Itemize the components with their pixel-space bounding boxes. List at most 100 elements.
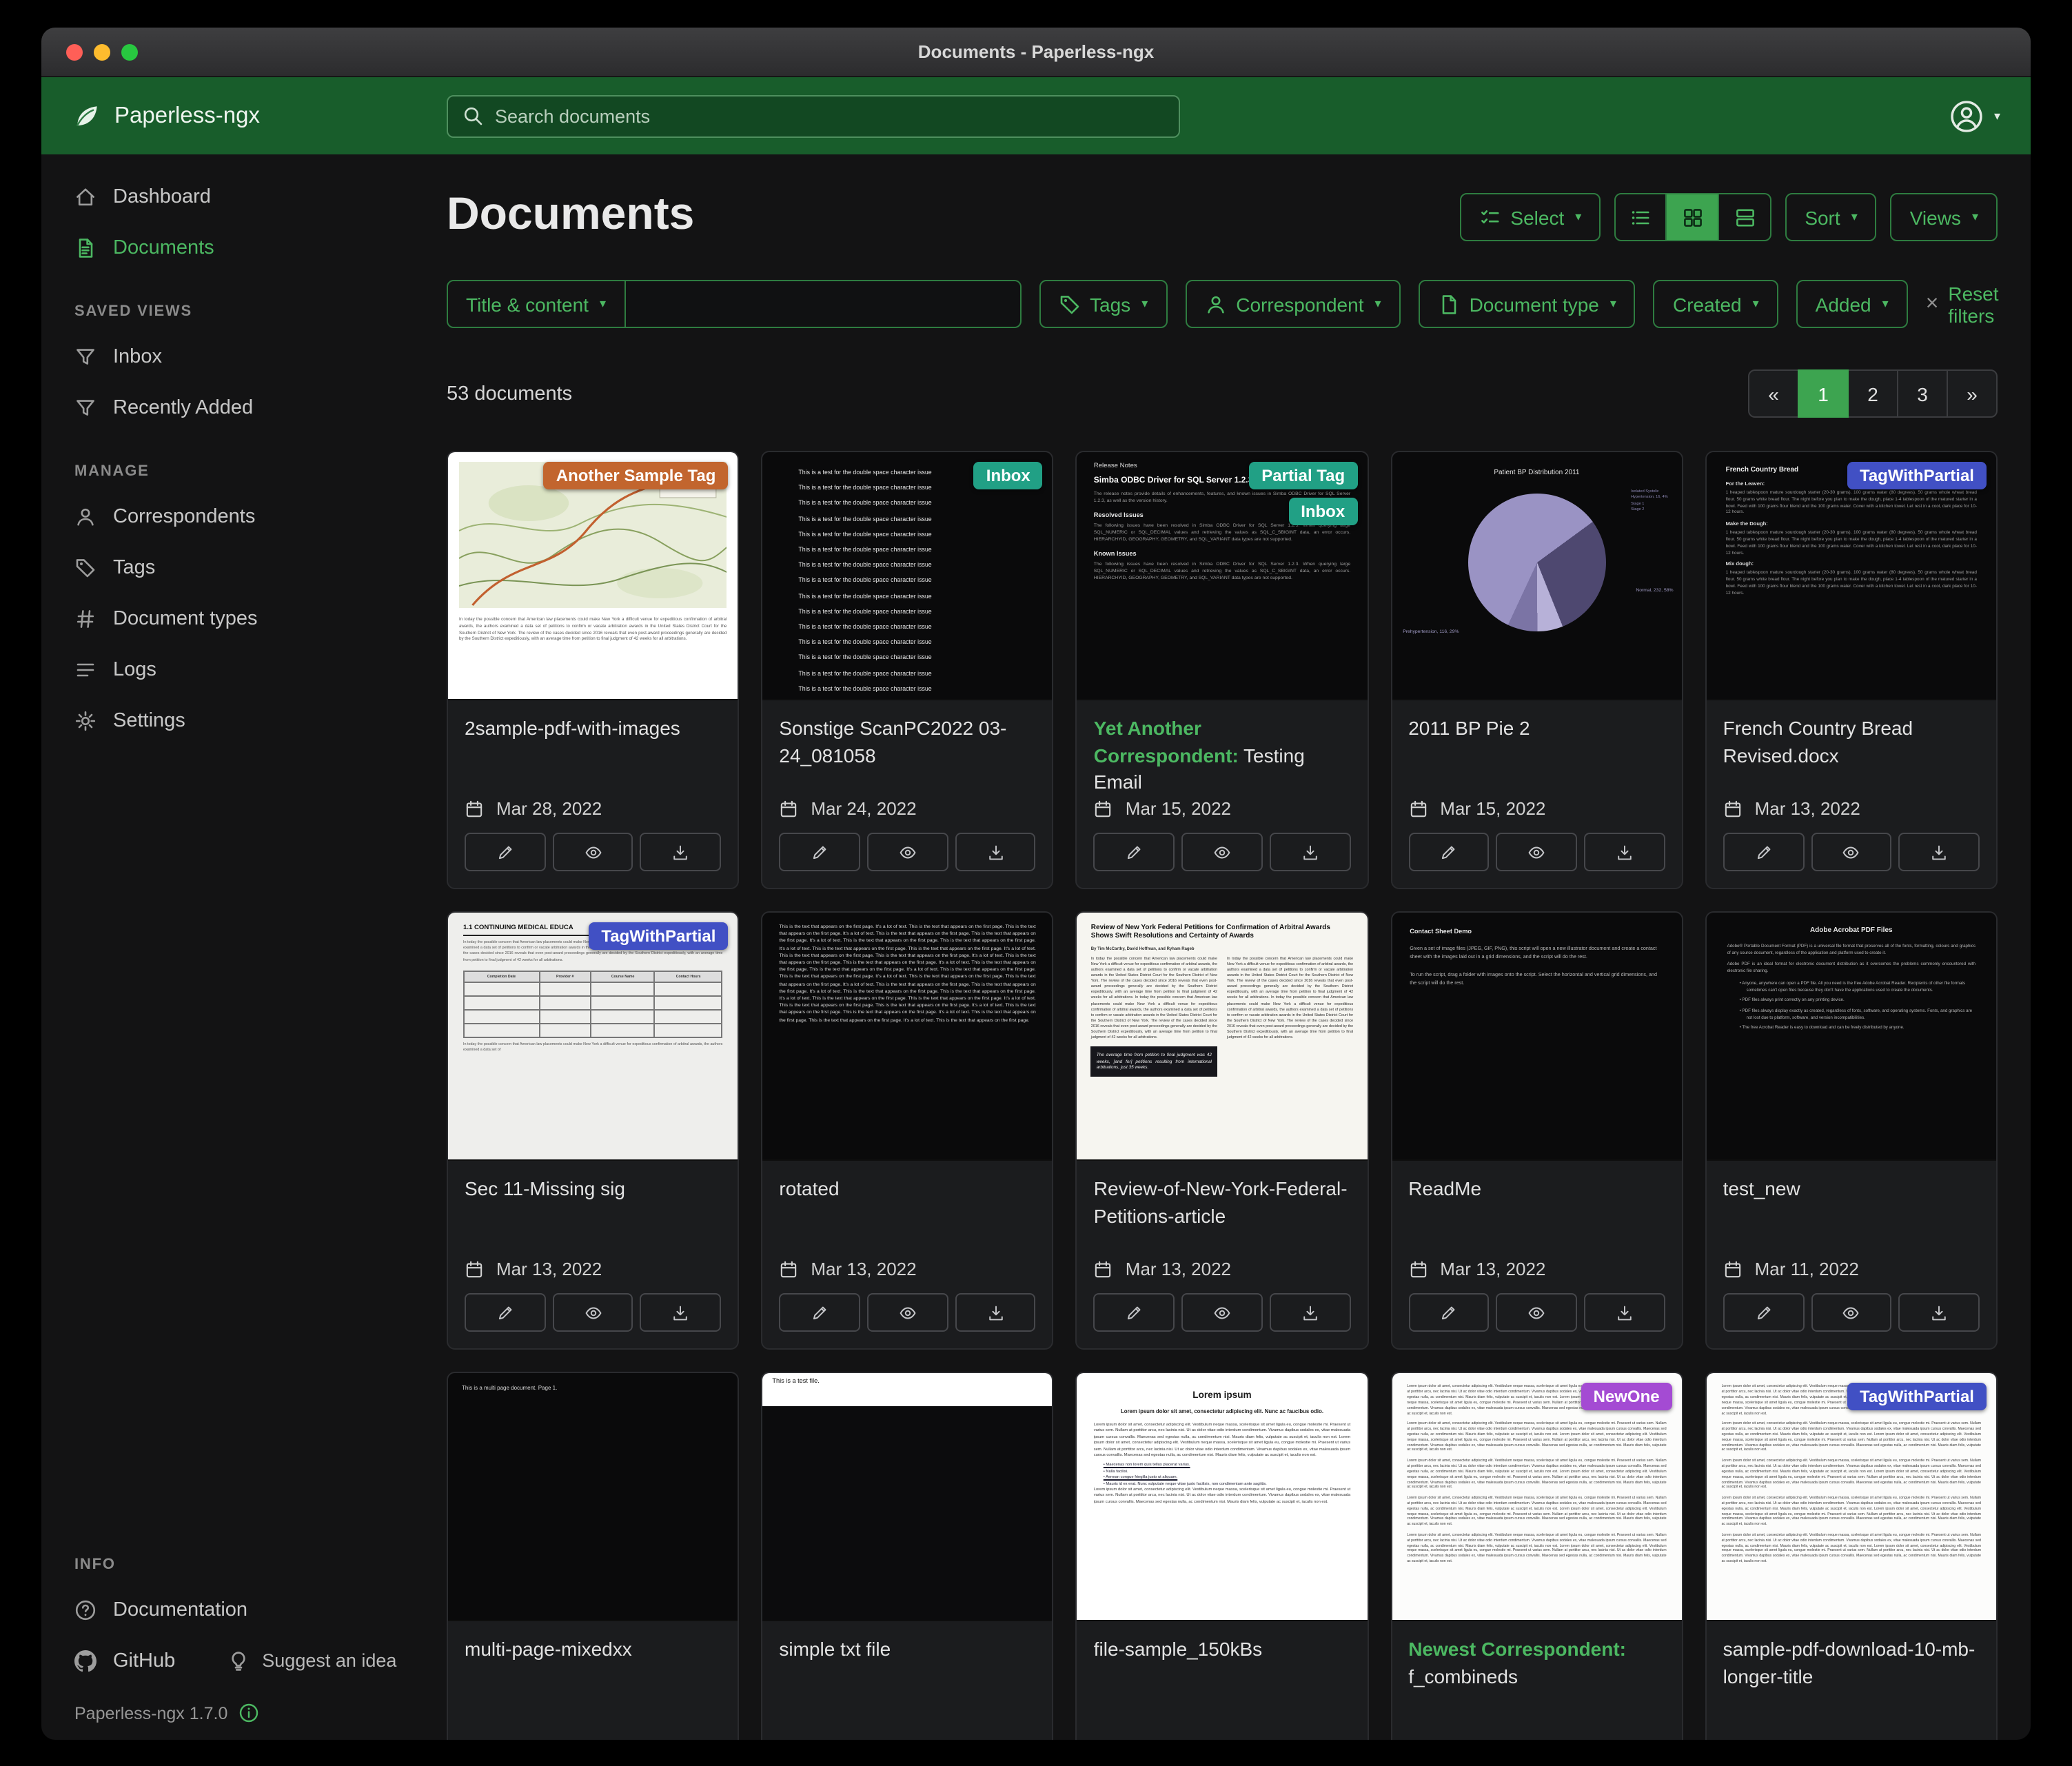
page-button-»[interactable]: » — [1947, 369, 1998, 418]
document-card[interactable]: This is a multi page document. Page 1. m… — [447, 1372, 739, 1740]
page-button-1[interactable]: 1 — [1798, 369, 1849, 418]
edit-button[interactable] — [465, 833, 545, 871]
download-button[interactable] — [1270, 1293, 1350, 1332]
table-view-button[interactable] — [1614, 193, 1667, 241]
document-title[interactable]: multi-page-mixedxx — [465, 1636, 721, 1663]
download-button[interactable] — [1899, 1293, 1980, 1332]
reset-filters-button[interactable]: × Reset filters — [1926, 282, 1999, 326]
tag-badge[interactable]: NewOne — [1581, 1383, 1672, 1410]
document-thumbnail[interactable]: This is a test file. — [762, 1373, 1052, 1621]
document-title[interactable]: simple txt file — [779, 1636, 1035, 1663]
document-thumbnail[interactable]: This is a test for the double space char… — [762, 452, 1052, 700]
sidebar-item-settings[interactable]: Settings — [41, 695, 414, 746]
document-card[interactable]: Patient BP Distribution 2011Isolated Sys… — [1390, 451, 1683, 889]
page-button-2[interactable]: 2 — [1847, 369, 1898, 418]
edit-button[interactable] — [1094, 1293, 1175, 1332]
document-card[interactable]: Lorem ipsum dolor sit amet, consectetur … — [1390, 1372, 1683, 1740]
document-card[interactable]: Lorem ipsum dolor sit amet, consectetur … — [1705, 1372, 1998, 1740]
sidebar-item-tags[interactable]: Tags — [41, 542, 414, 593]
document-card[interactable]: This is a test for the double space char… — [761, 451, 1053, 889]
sidebar-item-github[interactable]: GitHub — [41, 1635, 208, 1686]
document-thumbnail[interactable]: French Country BreadFor the Leaven:1 hea… — [1707, 452, 1996, 700]
view-button[interactable] — [1496, 1293, 1577, 1332]
document-card[interactable]: This is a test file. simple txt file — [761, 1372, 1053, 1740]
info-circle-icon[interactable] — [238, 1703, 259, 1723]
download-button[interactable] — [1584, 1293, 1665, 1332]
sidebar-item-inbox[interactable]: Inbox — [41, 331, 414, 382]
document-title[interactable]: file-sample_150kBs — [1094, 1636, 1350, 1663]
page-button-3[interactable]: 3 — [1897, 369, 1948, 418]
sidebar-item-correspondents[interactable]: Correspondents — [41, 491, 414, 542]
document-title[interactable]: Yet Another Correspondent: Testing Email — [1094, 715, 1350, 797]
document-title[interactable]: Sonstige ScanPC2022 03-24_081058 — [779, 715, 1035, 769]
document-title[interactable]: sample-pdf-download-10-mb-longer-title — [1723, 1636, 1980, 1690]
tag-badge[interactable]: Inbox — [1288, 498, 1357, 525]
document-title[interactable]: ReadMe — [1408, 1176, 1665, 1203]
view-button[interactable] — [1496, 833, 1577, 871]
tag-badge[interactable]: Partial Tag — [1249, 462, 1357, 489]
view-button[interactable] — [1811, 1293, 1891, 1332]
document-title[interactable]: Review-of-New-York-Federal-Petitions-art… — [1094, 1176, 1350, 1230]
document-title[interactable]: test_new — [1723, 1176, 1980, 1203]
document-thumbnail[interactable]: Lorem ipsum dolor sit amet, consectetur … — [1707, 1373, 1996, 1621]
large-cards-view-button[interactable] — [1719, 193, 1771, 241]
title-content-input[interactable] — [625, 280, 1021, 328]
edit-button[interactable] — [779, 833, 860, 871]
view-button[interactable] — [552, 1293, 633, 1332]
document-card[interactable]: 1.1 CONTINUING MEDICAL EDUCAIn today the… — [447, 911, 739, 1350]
tag-badge[interactable]: Another Sample Tag — [544, 462, 729, 489]
created-filter-button[interactable]: Created ▾ — [1654, 280, 1778, 328]
edit-button[interactable] — [1723, 833, 1804, 871]
document-thumbnail[interactable]: Contact Sheet DemoGiven a set of image f… — [1392, 913, 1681, 1161]
correspondent-filter-button[interactable]: Correspondent ▾ — [1185, 280, 1400, 328]
document-thumbnail[interactable]: This is a multi page document. Page 1. — [448, 1373, 738, 1621]
brand[interactable]: Paperless-ngx — [72, 101, 447, 131]
document-thumbnail[interactable]: 1.1 CONTINUING MEDICAL EDUCAIn today the… — [448, 913, 738, 1161]
document-card[interactable]: Lorem ipsumLorem ipsum dolor sit amet, c… — [1076, 1372, 1368, 1740]
download-button[interactable] — [1584, 833, 1665, 871]
document-card[interactable]: This is the text that appears on the fir… — [761, 911, 1053, 1350]
edit-button[interactable] — [1408, 1293, 1489, 1332]
document-type-filter-button[interactable]: Document type ▾ — [1419, 280, 1636, 328]
tag-badge[interactable]: Inbox — [974, 462, 1043, 489]
document-thumbnail[interactable]: Adobe Acrobat PDF FilesAdobe® Portable D… — [1707, 913, 1996, 1161]
view-button[interactable] — [552, 833, 633, 871]
zoom-button[interactable] — [121, 43, 138, 60]
sidebar-item-documents[interactable]: Documents — [41, 222, 414, 273]
document-title[interactable]: French Country Bread Revised.docx — [1723, 715, 1980, 769]
minimize-button[interactable] — [94, 43, 110, 60]
edit-button[interactable] — [1408, 833, 1489, 871]
tag-badge[interactable]: TagWithPartial — [589, 922, 728, 950]
select-button[interactable]: Select ▾ — [1459, 193, 1601, 241]
document-card[interactable]: Adobe Acrobat PDF FilesAdobe® Portable D… — [1705, 911, 1998, 1350]
document-thumbnail[interactable]: This is the text that appears on the fir… — [762, 913, 1052, 1161]
tag-badge[interactable]: TagWithPartial — [1847, 1383, 1987, 1410]
document-thumbnail[interactable]: Patient BP Distribution 2011Isolated Sys… — [1392, 452, 1681, 700]
download-button[interactable] — [640, 833, 721, 871]
document-title[interactable]: Newest Correspondent: f_combineds — [1408, 1636, 1665, 1690]
download-button[interactable] — [955, 833, 1035, 871]
sort-button[interactable]: Sort ▾ — [1785, 193, 1876, 241]
download-button[interactable] — [640, 1293, 721, 1332]
views-button[interactable]: Views ▾ — [1891, 193, 1998, 241]
document-title[interactable]: 2011 BP Pie 2 — [1408, 715, 1665, 742]
document-thumbnail[interactable]: Release NotesSimba ODBC Driver for SQL S… — [1077, 452, 1367, 700]
document-correspondent[interactable]: Yet Another Correspondent: — [1094, 717, 1239, 766]
document-title[interactable]: 2sample-pdf-with-images — [465, 715, 721, 742]
document-card[interactable]: Review of New York Federal Petitions for… — [1076, 911, 1368, 1350]
document-thumbnail[interactable]: Review of New York Federal Petitions for… — [1077, 913, 1367, 1161]
close-button[interactable] — [66, 43, 83, 60]
document-title[interactable]: rotated — [779, 1176, 1035, 1203]
sidebar-item-logs[interactable]: Logs — [41, 644, 414, 695]
document-correspondent[interactable]: Newest Correspondent: — [1408, 1638, 1626, 1660]
document-thumbnail[interactable]: Lorem ipsumLorem ipsum dolor sit amet, c… — [1077, 1373, 1367, 1621]
view-button[interactable] — [867, 833, 948, 871]
download-button[interactable] — [1270, 833, 1350, 871]
document-card[interactable]: Contact Sheet DemoGiven a set of image f… — [1390, 911, 1683, 1350]
edit-button[interactable] — [779, 1293, 860, 1332]
sidebar-item-recently-added[interactable]: Recently Added — [41, 382, 414, 433]
view-button[interactable] — [867, 1293, 948, 1332]
sidebar-item-document-types[interactable]: Document types — [41, 593, 414, 644]
edit-button[interactable] — [1094, 833, 1175, 871]
document-card[interactable]: French Country BreadFor the Leaven:1 hea… — [1705, 451, 1998, 889]
